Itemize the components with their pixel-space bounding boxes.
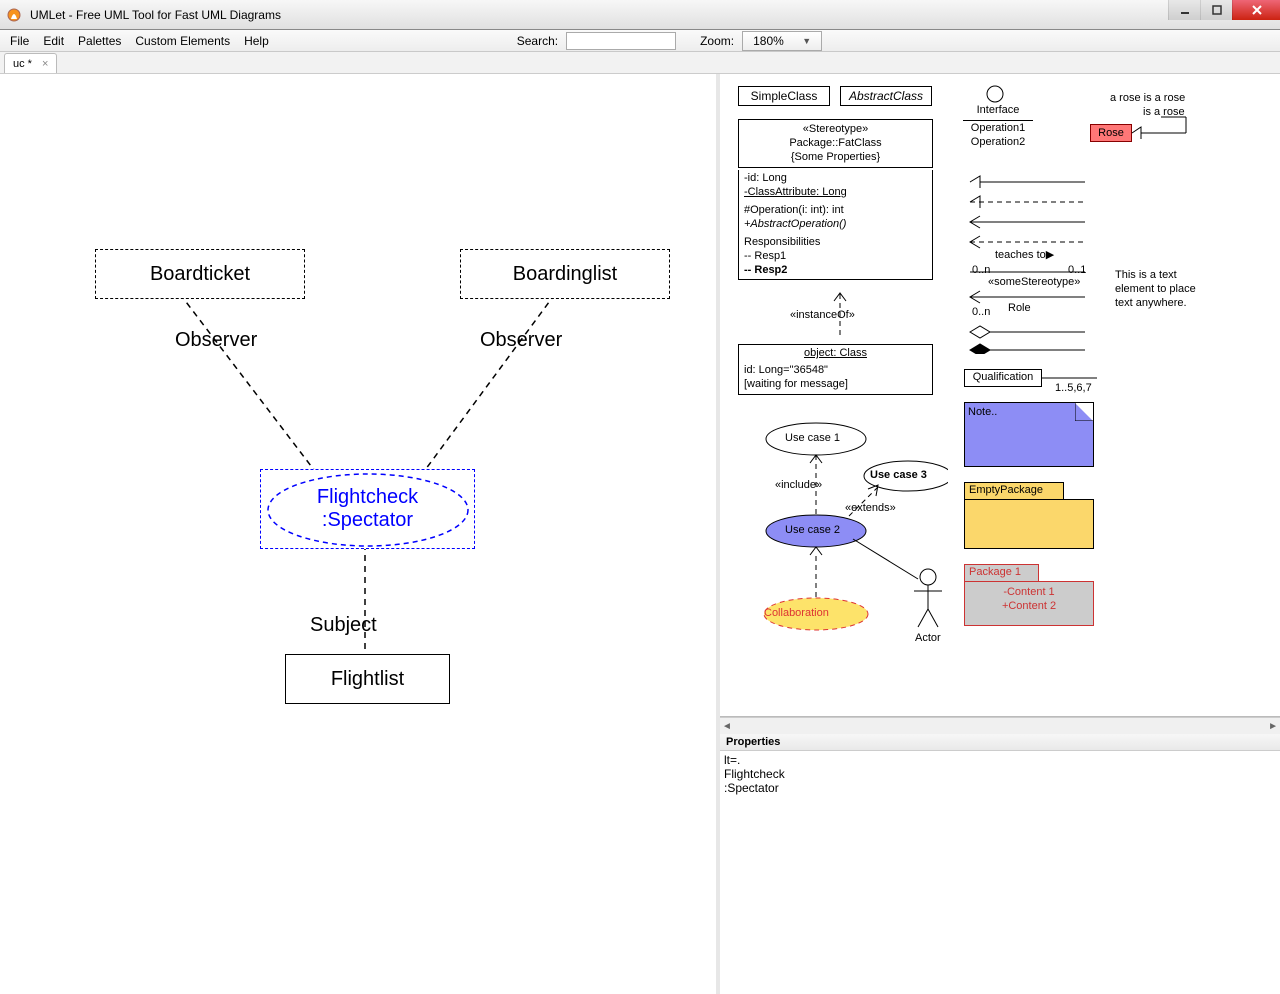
palette-usecase-svg[interactable] <box>738 419 948 639</box>
maximize-button[interactable] <box>1200 0 1232 20</box>
palette-role: Role <box>1008 302 1031 316</box>
palette-object-header[interactable]: object: Class <box>738 344 933 364</box>
palette-interface[interactable]: Interface Operation1 Operation2 <box>963 104 1033 149</box>
palette-uc3-label: Use case 3 <box>870 469 927 483</box>
menu-help[interactable]: Help <box>238 32 275 50</box>
palette-object-body[interactable]: id: Long="36548" [waiting for message] <box>738 362 933 395</box>
node-flightlist[interactable]: Flightlist <box>285 654 450 704</box>
node-flightcheck-selected[interactable]: Flightcheck :Spectator <box>260 469 475 549</box>
menu-palettes[interactable]: Palettes <box>72 32 127 50</box>
menu-bar: File Edit Palettes Custom Elements Help … <box>0 30 1280 52</box>
menu-custom-elements[interactable]: Custom Elements <box>129 32 236 50</box>
palette-abstract-class[interactable]: AbstractClass <box>840 86 932 106</box>
properties-header: Properties <box>720 734 1280 751</box>
palette-uc1-label: Use case 1 <box>785 432 840 446</box>
properties-textarea[interactable] <box>720 751 1280 994</box>
palette-interface-circle[interactable] <box>985 84 1005 104</box>
tab-label: uc * <box>13 58 32 70</box>
palette-simple-class[interactable]: SimpleClass <box>738 86 830 106</box>
palette-rose-txt1: a rose is a rose <box>1110 92 1185 106</box>
node-boardticket[interactable]: Boardticket <box>95 249 305 299</box>
palette-rose[interactable]: Rose <box>1090 124 1132 142</box>
tab-strip: uc * × <box>0 52 1280 74</box>
scroll-left-icon[interactable]: ◄ <box>722 721 732 732</box>
zoom-label: Zoom: <box>694 32 740 50</box>
workspace: Boardticket Boardinglist Observer Observ… <box>0 74 1280 994</box>
palette-text-element[interactable]: This is a text element to place text any… <box>1115 269 1205 310</box>
palette-scrollbar[interactable]: ◄ ► <box>720 717 1280 734</box>
boardticket-label: Boardticket <box>150 263 250 286</box>
label-observer-left: Observer <box>175 329 257 352</box>
flightlist-label: Flightlist <box>331 668 404 691</box>
flightcheck-line1: Flightcheck <box>317 486 418 509</box>
palette-emptypkg-body[interactable] <box>964 499 1094 549</box>
palette-fatclass-ops[interactable]: #Operation(i: int): int +AbstractOperati… <box>738 202 933 235</box>
node-boardinglist[interactable]: Boardinglist <box>460 249 670 299</box>
right-column: SimpleClass AbstractClass «Stereotype» P… <box>720 74 1280 994</box>
palette-fatclass-attrs[interactable]: -id: Long -ClassAttribute: Long <box>738 170 933 203</box>
palette-teaches-label: teaches to▶ <box>995 249 1054 263</box>
palette-uc2-label: Use case 2 <box>785 524 840 538</box>
minimize-button[interactable] <box>1168 0 1200 20</box>
label-observer-right: Observer <box>480 329 562 352</box>
close-button[interactable] <box>1232 0 1280 20</box>
app-icon <box>6 7 22 23</box>
palette-actor-label: Actor <box>915 632 941 646</box>
properties-panel: Properties <box>720 734 1280 994</box>
palette-pkg1-tab[interactable]: Package 1 <box>964 564 1039 582</box>
flightcheck-line2: :Spectator <box>322 509 413 532</box>
palette-fatclass-resp[interactable]: Responsibilities -- Resp1 -- Resp2 <box>738 234 933 280</box>
palette-qual-nums: 1..5,6,7 <box>1055 382 1092 396</box>
zoom-select[interactable]: 180% ▼ <box>742 31 822 51</box>
boardinglist-label: Boardinglist <box>513 263 618 286</box>
title-bar: UMLet - Free UML Tool for Fast UML Diagr… <box>0 0 1280 30</box>
palette-instanceof-label: «instanceOf» <box>790 309 855 323</box>
palette-include-label: «include» <box>775 479 822 493</box>
palette-collab-label: Collaboration <box>764 607 829 621</box>
palette-qualification[interactable]: Qualification <box>964 369 1042 387</box>
palette-pkg1-body[interactable]: -Content 1 +Content 2 <box>964 581 1094 626</box>
chevron-down-icon: ▼ <box>796 34 817 48</box>
palette-somester: «someStereotype» <box>988 276 1080 290</box>
zoom-value: 180% <box>747 32 790 50</box>
search-label: Search: <box>511 32 564 50</box>
menu-edit[interactable]: Edit <box>37 32 70 50</box>
tab-uc[interactable]: uc * × <box>4 53 57 73</box>
palette-rose-arrow <box>1131 114 1191 142</box>
scroll-right-icon[interactable]: ► <box>1268 721 1278 732</box>
window-title: UMLet - Free UML Tool for Fast UML Diagr… <box>28 8 1280 22</box>
label-subject: Subject <box>310 614 377 637</box>
search-input[interactable] <box>566 32 676 50</box>
tab-close-icon[interactable]: × <box>42 58 48 70</box>
diagram-canvas[interactable]: Boardticket Boardinglist Observer Observ… <box>0 74 720 994</box>
palette-extends-label: «extends» <box>845 502 896 516</box>
palette-fatclass-header[interactable]: «Stereotype» Package::FatClass {Some Pro… <box>738 119 933 168</box>
palette-panel[interactable]: SimpleClass AbstractClass «Stereotype» P… <box>720 74 1280 717</box>
palette-n0n-2: 0..n <box>972 306 990 320</box>
palette-note[interactable]: Note.. <box>964 402 1094 467</box>
palette-emptypkg-tab[interactable]: EmptyPackage <box>964 482 1064 500</box>
window-buttons <box>1168 0 1280 20</box>
menu-file[interactable]: File <box>4 32 35 50</box>
